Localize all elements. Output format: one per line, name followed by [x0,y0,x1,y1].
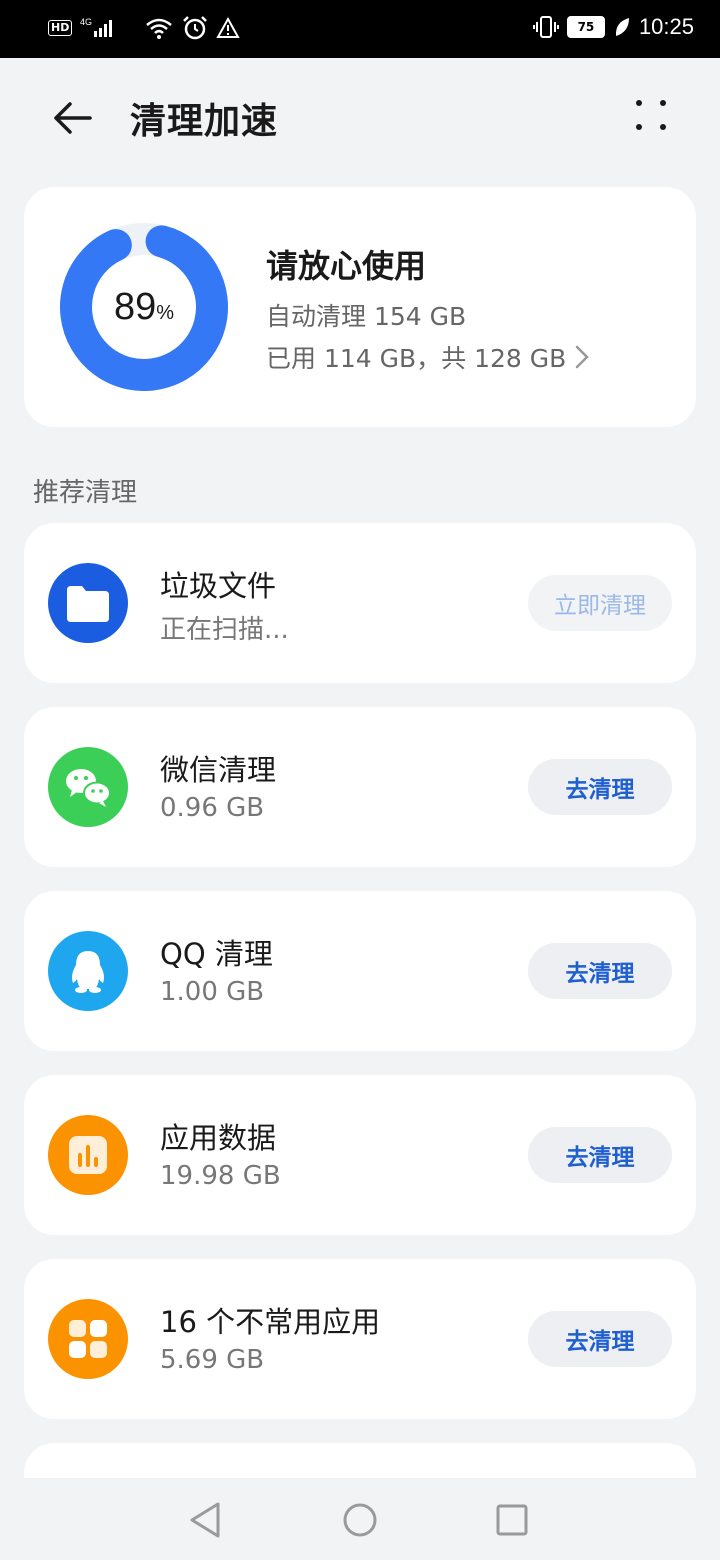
item-subtitle: 1.00 GB [160,977,265,1007]
4g-signal-icon: 4G [80,17,113,37]
storage-percent: 89 % [60,223,228,391]
chevron-right-icon [576,345,590,369]
item-title: QQ 清理 [160,937,273,971]
alarm-icon [183,16,208,40]
status-bar: HD 4G 75 10:25 [0,0,720,58]
svg-text:4G: 4G [80,17,92,27]
item-subtitle: 0.96 GB [160,793,265,823]
back-triangle-icon [190,1502,220,1538]
nav-recents-button[interactable] [492,1500,532,1540]
page-title: 清理加速 [130,101,279,142]
list-item-app-data[interactable]: 应用数据 19.98 GB 去清理 [24,1075,696,1235]
storage-status-title: 请放心使用 [266,247,427,285]
wechat-icon [48,747,128,827]
storage-usage-link[interactable]: 已用 114 GB，共 128 GB [266,339,590,375]
storage-card[interactable]: 89 % 请放心使用 自动清理 154 GB 已用 114 GB，共 128 G… [24,187,696,427]
go-clean-button[interactable]: 去清理 [528,759,672,815]
item-title: 微信清理 [160,753,277,787]
clean-now-button[interactable]: 立即清理 [528,575,672,631]
battery-indicator: 75 [566,16,605,38]
vibrate-icon [532,16,559,38]
list-item-junk-files[interactable]: 垃圾文件 正在扫描... 立即清理 [24,523,696,683]
go-clean-button[interactable]: 去清理 [528,1127,672,1183]
auto-clean-text: 自动清理 154 GB [266,302,467,331]
folder-icon [48,563,128,643]
list-item-wechat[interactable]: 微信清理 0.96 GB 去清理 [24,707,696,867]
system-nav-bar [0,1478,720,1560]
more-options-button[interactable] [636,96,672,132]
recents-square-icon [496,1504,528,1536]
app-grid-icon [48,1299,128,1379]
storage-percent-value: 89 [113,285,157,328]
nav-home-button[interactable] [340,1500,380,1540]
app-header: 清理加速 [0,58,720,178]
wifi-icon [146,18,173,39]
storage-percent-sign: % [156,301,175,324]
home-circle-icon [343,1503,377,1537]
list-item-unused-apps[interactable]: 16 个不常用应用 5.69 GB 去清理 [24,1259,696,1419]
go-clean-button[interactable]: 去清理 [528,943,672,999]
storage-usage-text: 已用 114 GB，共 128 GB [266,344,567,373]
section-title-recommended: 推荐清理 [33,478,138,508]
item-title: 垃圾文件 [160,569,277,603]
back-arrow-icon [54,102,92,134]
list-item-qq[interactable]: QQ 清理 1.00 GB 去清理 [24,891,696,1051]
item-title: 应用数据 [160,1121,277,1155]
bar-chart-icon [48,1115,128,1195]
nav-back-button[interactable] [186,1500,226,1540]
clock: 10:25 [638,14,694,39]
item-subtitle: 正在扫描... [160,615,289,645]
item-title: 16 个不常用应用 [160,1305,381,1339]
item-subtitle: 5.69 GB [160,1345,265,1375]
back-button[interactable] [48,94,96,142]
go-clean-button[interactable]: 去清理 [528,1311,672,1367]
leaf-icon [615,18,629,36]
status-right-icons: 75 10:25 [532,14,694,40]
item-subtitle: 19.98 GB [160,1161,281,1191]
hd-icon: HD [48,20,73,36]
warning-icon [216,16,241,38]
status-left-icons: HD 4G [48,16,241,40]
qq-penguin-icon [48,931,128,1011]
